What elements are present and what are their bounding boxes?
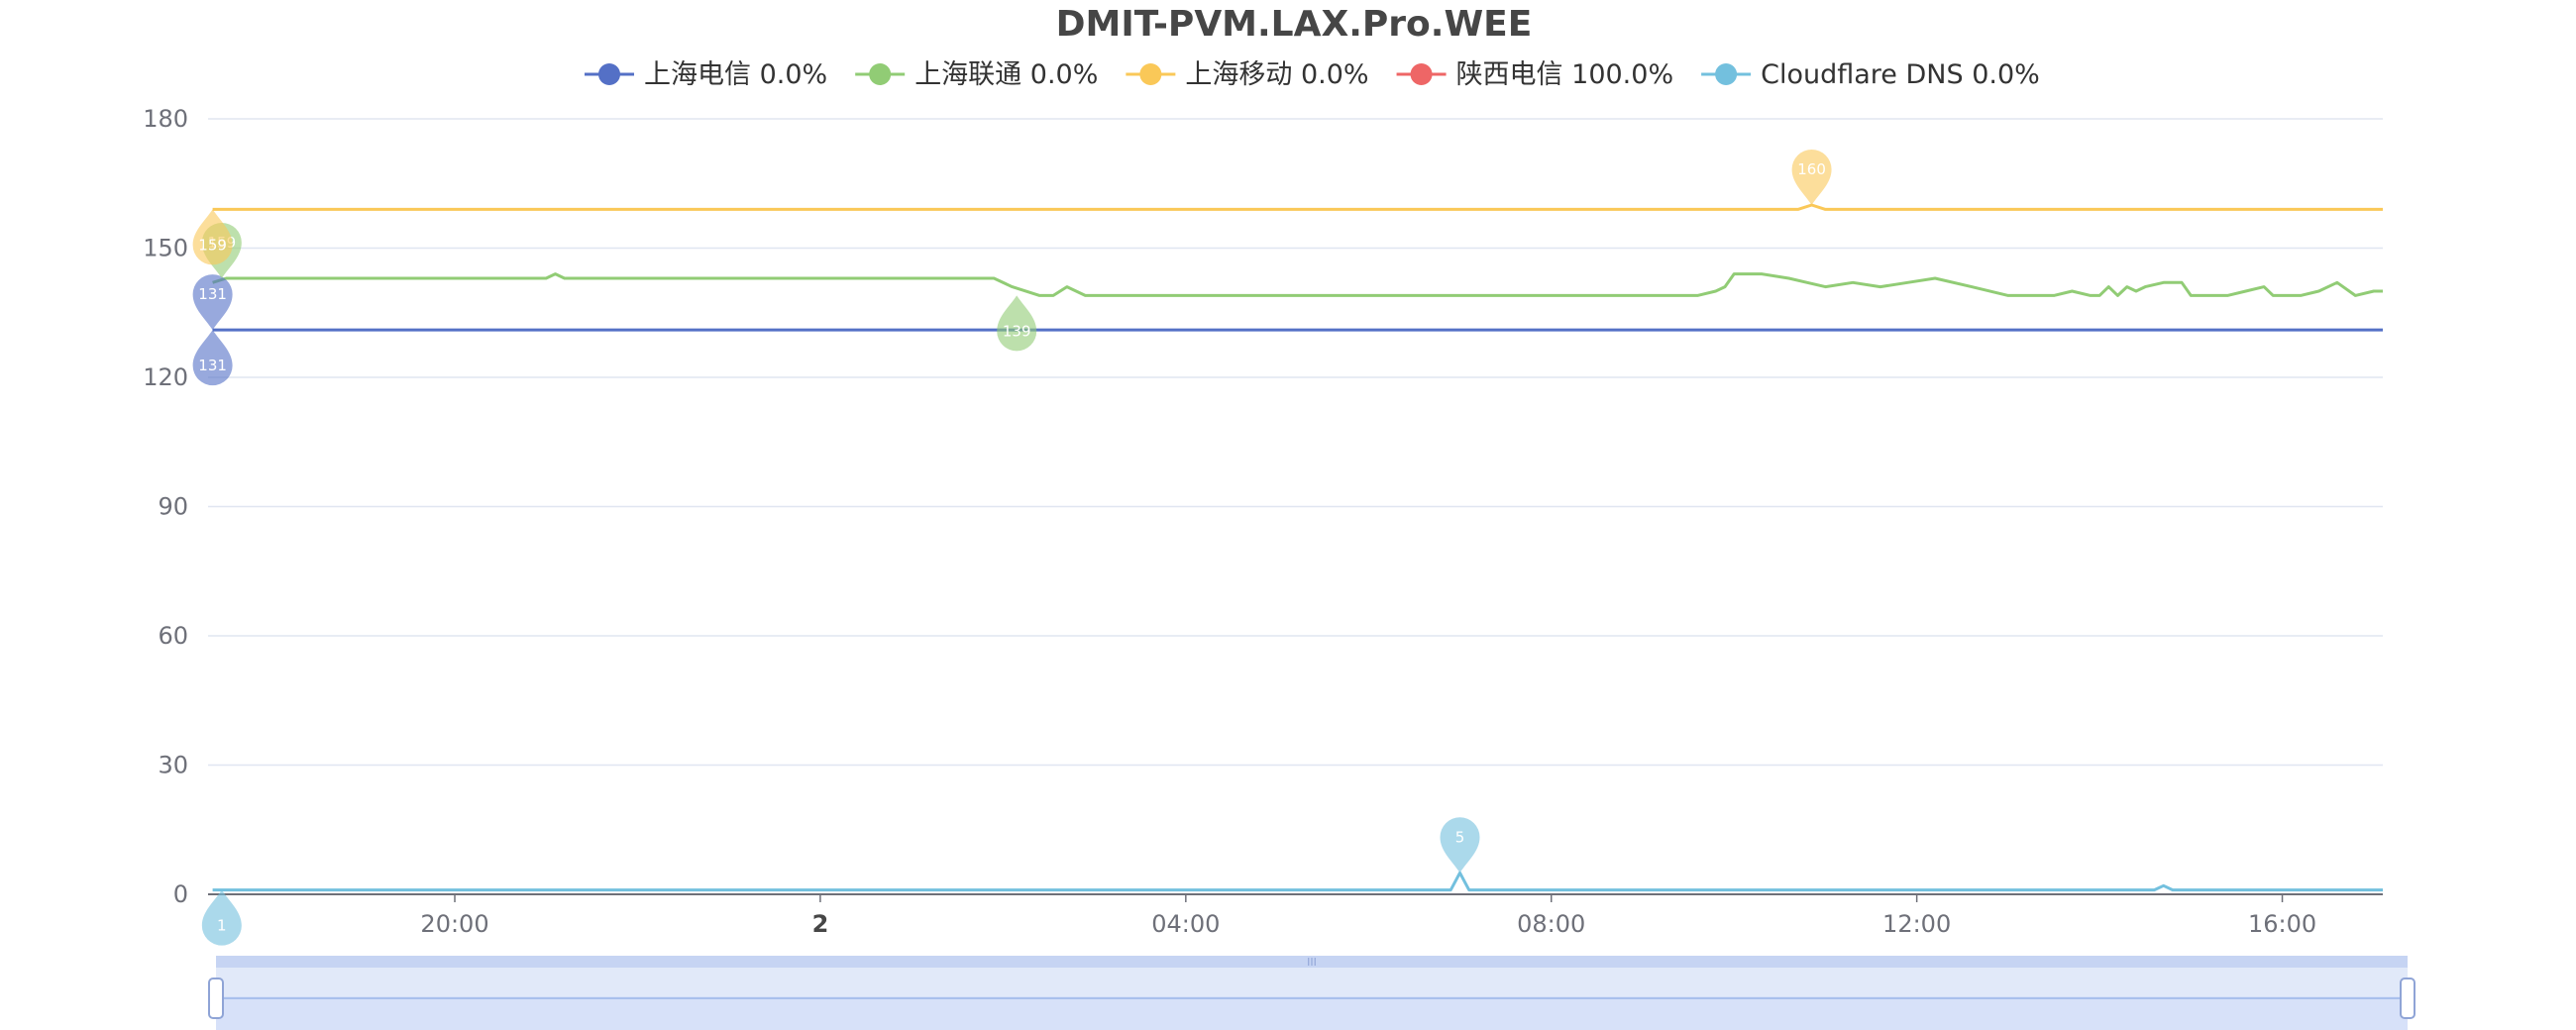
pin-marker-max: 160	[1791, 150, 1832, 205]
pin-marker-max: 5	[1440, 817, 1480, 874]
legend-dot-symbol	[869, 63, 892, 85]
zoom-preview-area	[216, 968, 2408, 996]
legend-label: 上海移动 0.0%	[1185, 59, 1368, 90]
pin-marker-min: 131	[192, 330, 233, 386]
legend-label: 上海联通 0.0%	[914, 59, 1098, 90]
legend-item-3[interactable]: 陕西电信 100.0%	[1396, 59, 1674, 90]
legend: 上海电信 0.0% 上海联通 0.0% 上海移动 0.0% 陕西电信 100.0% Cl…	[585, 59, 2040, 90]
legend-label: Cloudflare DNS 0.0%	[1761, 59, 2040, 90]
x-tick-label: 04:00	[1151, 910, 1220, 938]
series-line-4	[212, 871, 2383, 892]
pin-marker-max: 131	[192, 274, 233, 331]
pin-value-label: 5	[1455, 828, 1465, 846]
y-tick-label: 0	[173, 880, 188, 908]
y-tick-label: 120	[143, 363, 188, 391]
y-grid	[208, 118, 2383, 895]
zoom-move-handle: III	[1307, 956, 1317, 969]
pin-marker-min: 159	[192, 209, 233, 265]
series-lines	[212, 203, 2383, 892]
legend-item-2[interactable]: 上海移动 0.0%	[1126, 59, 1369, 90]
y-tick-label: 60	[158, 622, 188, 650]
latency-chart: DMIT-PVM.LAX.Pro.WEE 上海电信 0.0% 上海联通 0.0% 上…	[143, 4, 2415, 1030]
y-axis: 0 30 60 90 120 150 180	[143, 105, 188, 908]
series-line-1	[212, 272, 2383, 297]
legend-dot-symbol	[1410, 63, 1433, 85]
legend-label: 陕西电信 100.0%	[1456, 59, 1674, 90]
zoom-left-handle[interactable]	[208, 978, 224, 1019]
x-axis: 20:00 2 04:00 08:00 12:00 16:00	[420, 894, 2316, 938]
x-tick-label: 2	[812, 910, 829, 938]
legend-dot-symbol	[598, 63, 620, 85]
data-zoom-slider[interactable]: III	[208, 956, 2415, 1030]
legend-label: 上海电信 0.0%	[644, 59, 827, 90]
y-tick-label: 30	[158, 752, 188, 779]
series-markers: 13113115913916015951	[192, 150, 1832, 946]
legend-item-4[interactable]: Cloudflare DNS 0.0%	[1701, 59, 2040, 90]
legend-dot-symbol	[1139, 63, 1162, 85]
pin-value-label: 159	[198, 236, 227, 254]
pin-value-label: 139	[1003, 322, 1031, 340]
series-line-2	[212, 203, 2383, 211]
x-tick-label: 16:00	[2248, 910, 2316, 938]
pin-marker-min: 139	[997, 295, 1037, 352]
y-tick-label: 150	[143, 235, 188, 262]
pin-value-label: 131	[198, 357, 227, 374]
pin-marker-min: 1	[201, 889, 242, 946]
zoom-right-handle[interactable]	[2400, 978, 2415, 1019]
pin-value-label: 131	[198, 285, 227, 303]
pin-value-label: 160	[1797, 160, 1826, 178]
y-tick-label: 180	[143, 105, 188, 133]
legend-dot-symbol	[1715, 63, 1738, 85]
x-tick-label: 08:00	[1517, 910, 1585, 938]
legend-item-0[interactable]: 上海电信 0.0%	[585, 59, 827, 90]
pin-value-label: 1	[217, 917, 227, 935]
legend-item-1[interactable]: 上海联通 0.0%	[855, 59, 1098, 90]
x-tick-label: 20:00	[420, 910, 488, 938]
x-tick-label: 12:00	[1882, 910, 1951, 938]
chart-title: DMIT-PVM.LAX.Pro.WEE	[1056, 4, 1533, 45]
y-tick-label: 90	[158, 493, 188, 521]
